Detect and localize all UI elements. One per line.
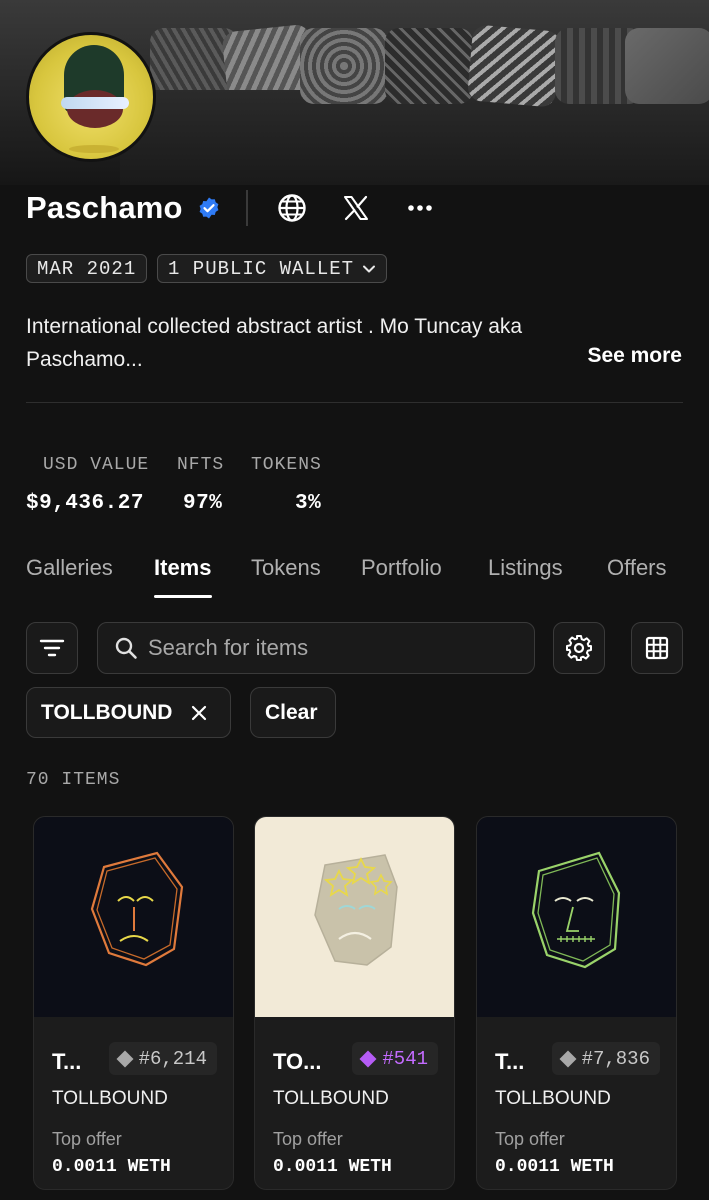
top-offer-value: 0.0011 WETH bbox=[495, 1157, 614, 1177]
filter-icon bbox=[39, 639, 65, 657]
grid-icon bbox=[645, 636, 669, 660]
nft-number-badge: #7,836 bbox=[551, 1042, 660, 1075]
chevron-down-icon bbox=[363, 265, 376, 272]
nft-number: #6,214 bbox=[138, 1047, 207, 1070]
tokens-label: TOKENS bbox=[251, 455, 322, 475]
verified-badge-icon bbox=[199, 197, 219, 219]
top-offer-label: Top offer bbox=[52, 1129, 122, 1149]
mask-face-artwork bbox=[531, 851, 621, 969]
banner-decoration bbox=[625, 28, 709, 104]
name-divider bbox=[246, 190, 248, 226]
nft-card[interactable]: T... #6,214 TOLLBOUND Top offer 0.0011 W… bbox=[33, 816, 234, 1190]
tab-galleries[interactable]: Galleries bbox=[26, 555, 113, 581]
usd-value-label: USD VALUE bbox=[43, 455, 150, 475]
nft-image bbox=[34, 817, 233, 1017]
nft-number: #541 bbox=[382, 1047, 428, 1070]
search-box[interactable] bbox=[97, 622, 535, 674]
tokens-value: 3% bbox=[295, 492, 322, 515]
nft-title: T... bbox=[52, 1049, 82, 1074]
avatar-shadow bbox=[69, 145, 119, 153]
settings-button[interactable] bbox=[553, 622, 605, 674]
rarity-diamond-icon bbox=[559, 1050, 577, 1067]
nft-title: T... bbox=[495, 1049, 525, 1074]
nfts-label: NFTS bbox=[177, 455, 225, 475]
more-horizontal-icon bbox=[408, 205, 432, 211]
nft-image bbox=[255, 817, 454, 1017]
joined-date: MAR 2021 bbox=[37, 257, 137, 280]
avatar-face bbox=[67, 90, 123, 128]
collection-filter-chip[interactable]: TOLLBOUND bbox=[26, 687, 231, 738]
public-wallet-dropdown[interactable]: 1 PUBLIC WALLET bbox=[157, 254, 388, 283]
rarity-diamond-icon bbox=[359, 1050, 377, 1067]
avatar[interactable] bbox=[26, 32, 156, 162]
public-wallet-label: 1 PUBLIC WALLET bbox=[168, 257, 355, 280]
nft-card[interactable]: T... #7,836 TOLLBOUND Top offer 0.0011 W… bbox=[476, 816, 677, 1190]
banner-decoration bbox=[120, 90, 709, 185]
nft-collection: TOLLBOUND bbox=[273, 1088, 389, 1109]
items-count: 70 ITEMS bbox=[26, 770, 121, 790]
more-options-button[interactable] bbox=[402, 190, 438, 226]
x-profile-button[interactable] bbox=[338, 190, 374, 226]
x-logo-icon bbox=[344, 195, 368, 221]
mask-face-artwork bbox=[90, 851, 184, 967]
clear-filters-label: Clear bbox=[265, 700, 318, 724]
active-tab-indicator bbox=[154, 595, 212, 598]
see-more-link[interactable]: See more bbox=[587, 344, 682, 368]
globe-icon bbox=[278, 194, 306, 222]
gear-icon bbox=[566, 635, 592, 661]
banner-decoration bbox=[385, 28, 473, 104]
nft-card[interactable]: TO... #541 TOLLBOUND Top offer 0.0011 WE… bbox=[254, 816, 455, 1190]
profile-name-row: Paschamo bbox=[26, 188, 221, 228]
top-offer-value: 0.0011 WETH bbox=[52, 1157, 171, 1177]
usd-value: $9,436.27 bbox=[26, 492, 144, 515]
section-divider bbox=[26, 402, 683, 403]
close-icon[interactable] bbox=[190, 704, 208, 722]
mask-face-artwork bbox=[314, 854, 398, 966]
grid-view-button[interactable] bbox=[631, 622, 683, 674]
top-offer-value: 0.0011 WETH bbox=[273, 1157, 392, 1177]
profile-bio: International collected abstract artist … bbox=[26, 315, 523, 371]
nft-number-badge: #541 bbox=[352, 1042, 438, 1075]
website-button[interactable] bbox=[274, 190, 310, 226]
nft-image bbox=[477, 817, 676, 1017]
banner-decoration bbox=[466, 24, 562, 108]
banner-decoration bbox=[300, 28, 388, 104]
nft-number-badge: #6,214 bbox=[108, 1042, 217, 1075]
tab-items[interactable]: Items bbox=[154, 555, 211, 581]
top-offer-label: Top offer bbox=[273, 1129, 343, 1149]
tab-portfolio[interactable]: Portfolio bbox=[361, 555, 442, 581]
nft-title: TO... bbox=[273, 1049, 322, 1074]
clear-filters-button[interactable]: Clear bbox=[250, 687, 336, 738]
nft-collection: TOLLBOUND bbox=[52, 1088, 168, 1109]
nft-collection: TOLLBOUND bbox=[495, 1088, 611, 1109]
search-input[interactable] bbox=[148, 635, 508, 661]
tab-listings[interactable]: Listings bbox=[488, 555, 563, 581]
profile-name: Paschamo bbox=[26, 190, 183, 225]
top-offer-label: Top offer bbox=[495, 1129, 565, 1149]
avatar-visor bbox=[61, 97, 129, 109]
search-icon bbox=[115, 637, 137, 659]
tab-offers[interactable]: Offers bbox=[607, 555, 667, 581]
joined-date-pill: MAR 2021 bbox=[26, 254, 148, 283]
filter-button[interactable] bbox=[26, 622, 78, 674]
nft-number: #7,836 bbox=[581, 1047, 650, 1070]
tab-tokens[interactable]: Tokens bbox=[251, 555, 321, 581]
collection-filter-label: TOLLBOUND bbox=[41, 700, 173, 724]
rarity-diamond-icon bbox=[116, 1050, 134, 1067]
nfts-value: 97% bbox=[183, 492, 223, 515]
